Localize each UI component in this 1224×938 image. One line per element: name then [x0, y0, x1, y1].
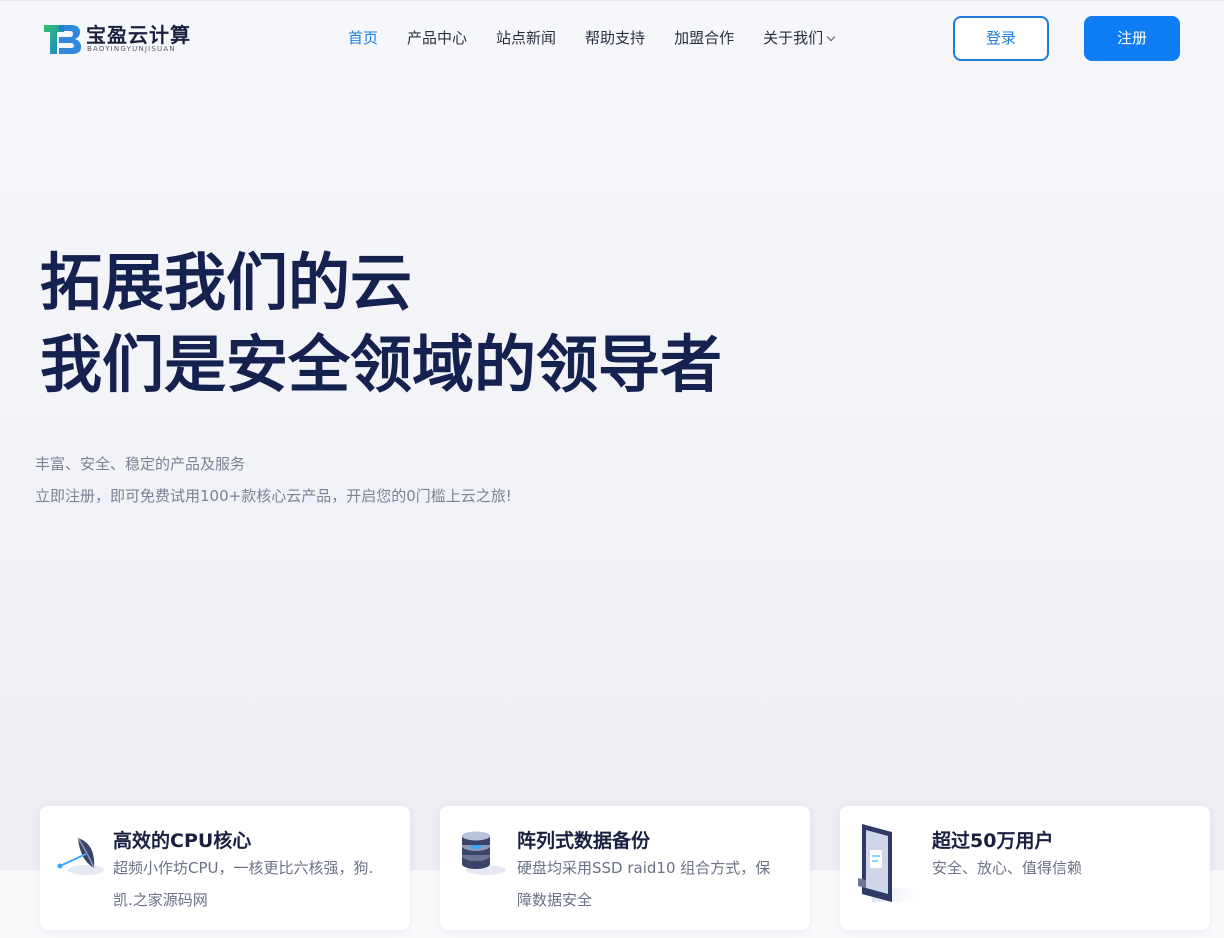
- chevron-down-icon: [826, 32, 836, 42]
- hero-title: 拓展我们的云 我们是安全领域的领导者: [40, 242, 722, 406]
- database-icon: [462, 831, 506, 875]
- feature-description-line1: 超频小作坊CPU，一核更比六核强，狗.: [113, 859, 374, 877]
- brand-subtitle: BAOYINGYUNJISUAN: [87, 45, 176, 53]
- feature-card-backup[interactable]: 阵列式数据备份 硬盘均采用SSD raid10 组合方式，保 障数据安全: [440, 806, 810, 930]
- hero-subtitle: 丰富、安全、稳定的产品及服务 立即注册，即可免费试用100+款核心云产品，开启您…: [35, 448, 512, 512]
- secure-door-icon: [858, 824, 928, 902]
- main-nav: 首页 产品中心 站点新闻 帮助支持 加盟合作 关于我们: [348, 27, 863, 51]
- nav-item-home[interactable]: 首页: [348, 27, 378, 51]
- feature-title: 超过50万用户: [932, 830, 1054, 852]
- feature-description: 超频小作坊CPU，一核更比六核强，狗. 凯.之家源码网: [113, 852, 373, 916]
- feature-description: 安全、放心、值得信赖: [932, 852, 1082, 884]
- feature-description-line2: 障数据安全: [517, 891, 593, 909]
- satellite-dish-icon: [57, 837, 104, 875]
- hero-subtitle-line1: 丰富、安全、稳定的产品及服务: [35, 455, 246, 473]
- logo-mark-icon: [44, 25, 81, 54]
- brand-name: 宝盈云计算: [86, 23, 191, 47]
- nav-item-about-label: 关于我们: [763, 29, 824, 47]
- feature-card-cpu[interactable]: 高效的CPU核心 超频小作坊CPU，一核更比六核强，狗. 凯.之家源码网: [40, 806, 410, 930]
- nav-item-partnership[interactable]: 加盟合作: [674, 27, 734, 51]
- nav-item-about[interactable]: 关于我们: [763, 27, 836, 51]
- register-button[interactable]: 注册: [1084, 16, 1180, 61]
- hero-subtitle-line2: 立即注册，即可免费试用100+款核心云产品，开启您的0门槛上云之旅!: [35, 487, 512, 505]
- nav-item-support[interactable]: 帮助支持: [585, 27, 645, 51]
- login-button[interactable]: 登录: [953, 16, 1049, 61]
- hero-title-line2: 我们是安全领域的领导者: [40, 328, 723, 401]
- feature-description-line1: 硬盘均采用SSD raid10 组合方式，保: [517, 859, 771, 877]
- feature-card-users[interactable]: 超过50万用户 安全、放心、值得信赖: [840, 806, 1210, 930]
- feature-title: 高效的CPU核心: [113, 830, 252, 852]
- feature-description: 硬盘均采用SSD raid10 组合方式，保 障数据安全: [517, 852, 770, 916]
- feature-title: 阵列式数据备份: [517, 830, 651, 852]
- site-header: 宝盈云计算 BAOYINGYUNJISUAN 首页 产品中心 站点新闻 帮助支持…: [0, 0, 1224, 78]
- nav-item-news[interactable]: 站点新闻: [496, 27, 556, 51]
- hero-title-line1: 拓展我们的云: [40, 246, 413, 319]
- nav-item-products[interactable]: 产品中心: [407, 27, 467, 51]
- feature-description-line2: 凯.之家源码网: [113, 891, 208, 909]
- brand-logo[interactable]: 宝盈云计算 BAOYINGYUNJISUAN: [42, 19, 202, 59]
- feature-description-line1: 安全、放心、值得信赖: [932, 859, 1083, 877]
